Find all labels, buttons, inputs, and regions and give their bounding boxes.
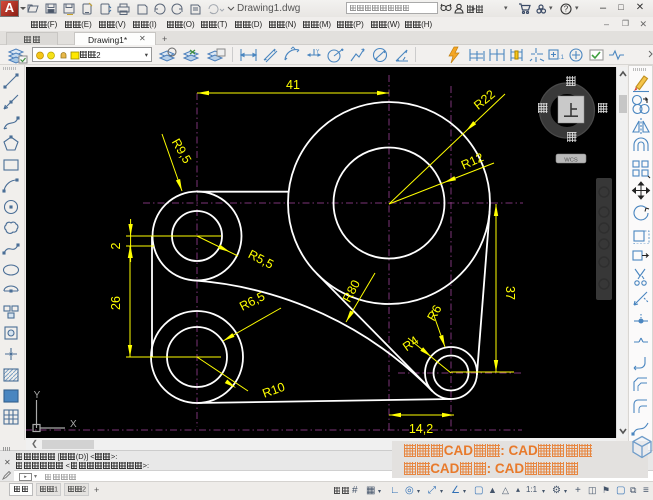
svg-text:2: 2 xyxy=(109,242,123,249)
svg-text:Y: Y xyxy=(34,390,41,401)
svg-text:?: ? xyxy=(564,4,569,13)
svg-text:26: 26 xyxy=(109,296,123,310)
svg-text:37: 37 xyxy=(503,286,517,300)
svg-text:.1: .1 xyxy=(559,55,565,61)
svg-text:41: 41 xyxy=(286,78,300,92)
svg-text:WCS: WCS xyxy=(564,158,578,164)
svg-text:X: X xyxy=(70,419,77,430)
svg-text:14,2: 14,2 xyxy=(409,422,433,436)
